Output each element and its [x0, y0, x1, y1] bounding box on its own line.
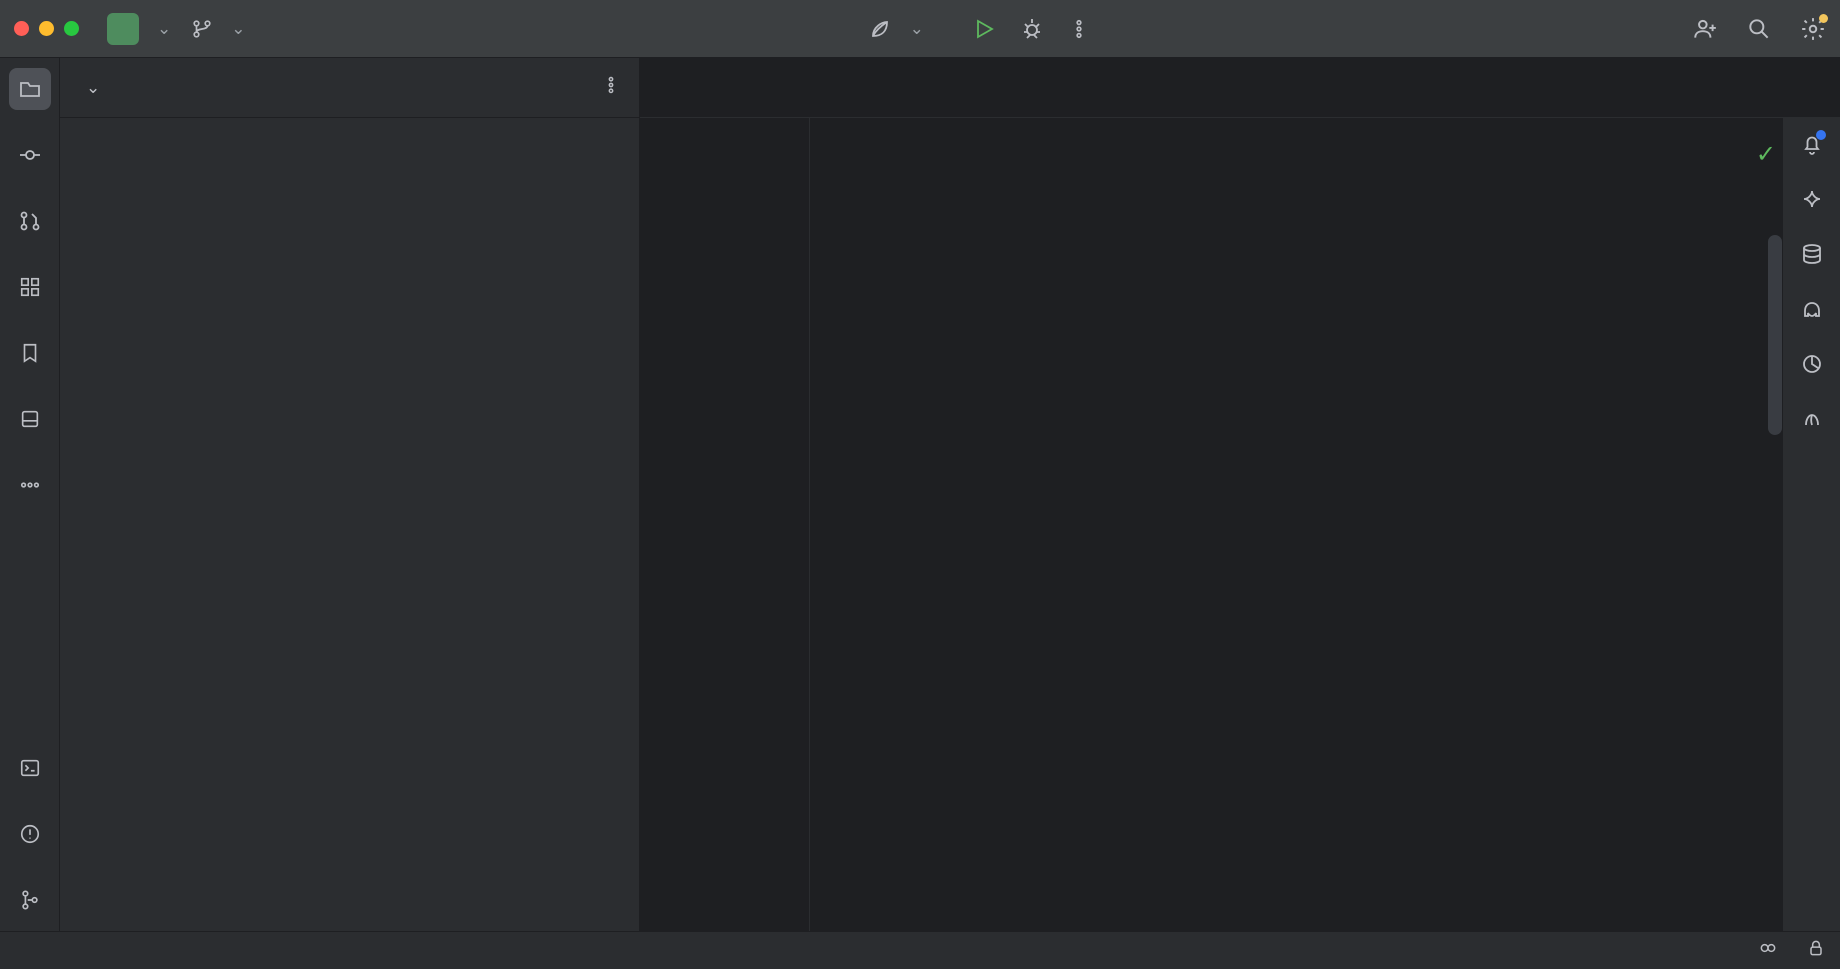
inspection-ok-icon[interactable]: ✓ [1756, 140, 1776, 169]
project-badge [107, 13, 139, 45]
database-tool-icon[interactable] [1800, 242, 1824, 271]
elephant-icon[interactable] [1800, 297, 1824, 326]
editor-tabs [640, 58, 1840, 118]
titlebar: ⌄ ⌄ ⌄ [0, 0, 1840, 58]
project-tree[interactable] [60, 118, 639, 931]
scrollbar-thumb[interactable] [1768, 235, 1782, 435]
more-vertical-icon[interactable] [601, 75, 621, 100]
search-icon[interactable] [1746, 16, 1772, 42]
problems-tool-icon[interactable] [9, 813, 51, 855]
code-view[interactable] [810, 118, 1840, 931]
gutter[interactable] [640, 118, 810, 931]
statusbar [0, 931, 1840, 969]
build-tool-icon[interactable] [9, 398, 51, 440]
close-window-icon[interactable] [14, 21, 29, 36]
project-tool-icon[interactable] [9, 68, 51, 110]
structure-tool-icon[interactable] [9, 266, 51, 308]
notifications-icon[interactable] [1800, 132, 1824, 161]
spring-leaf-icon [868, 17, 892, 41]
chevron-down-icon[interactable]: ⌄ [231, 19, 245, 39]
left-toolbar [0, 58, 60, 931]
window-controls [14, 21, 79, 36]
branch-icon[interactable] [191, 18, 213, 40]
project-panel: ⌄ [60, 58, 640, 931]
pull-requests-icon[interactable] [9, 200, 51, 242]
chevron-down-icon[interactable]: ⌄ [157, 19, 171, 39]
ai-assistant-icon[interactable] [1800, 187, 1824, 216]
run-button[interactable] [972, 17, 996, 41]
vcs-tool-icon[interactable] [9, 879, 51, 921]
editor [640, 58, 1840, 931]
settings-gear-icon[interactable] [1800, 16, 1826, 42]
bookmarks-tool-icon[interactable] [9, 332, 51, 374]
right-toolbar [1782, 118, 1840, 931]
more-vertical-icon[interactable] [1068, 18, 1090, 40]
debug-button[interactable] [1020, 17, 1044, 41]
chevron-down-icon[interactable]: ⌄ [86, 78, 100, 98]
code-with-me-icon[interactable] [1692, 16, 1718, 42]
coverage-tool-icon[interactable] [1800, 352, 1824, 381]
more-horizontal-icon[interactable] [9, 464, 51, 506]
commit-tool-icon[interactable] [9, 134, 51, 176]
minimize-window-icon[interactable] [39, 21, 54, 36]
reader-mode-icon[interactable] [1758, 938, 1778, 963]
maximize-window-icon[interactable] [64, 21, 79, 36]
profiler-tool-icon[interactable] [1800, 407, 1824, 436]
terminal-tool-icon[interactable] [9, 747, 51, 789]
lock-icon[interactable] [1806, 938, 1826, 963]
chevron-down-icon[interactable]: ⌄ [910, 19, 924, 39]
